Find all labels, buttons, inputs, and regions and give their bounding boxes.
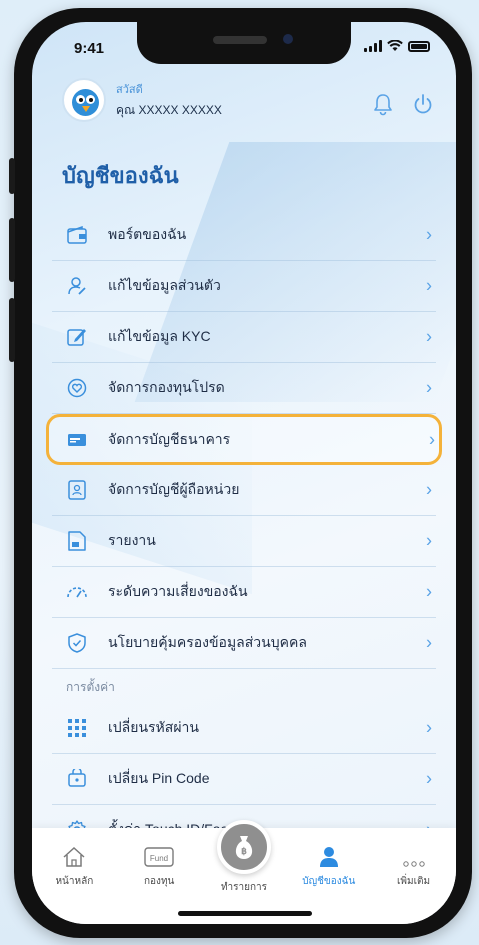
signal-icon <box>364 40 382 52</box>
home-icon <box>63 846 85 867</box>
menu-item-label: จัดการกองทุนโปรด <box>108 379 225 395</box>
avatar[interactable] <box>62 78 106 122</box>
bottom-tab-bar: หน้าหลัก Fund กองทุน ฿ ทำรายการ บัญชีของ… <box>32 820 456 924</box>
menu-item-risk-level[interactable]: ระดับความเสี่ยงของฉัน › <box>52 567 436 618</box>
tab-more-label: เพิ่มเติม <box>397 876 431 887</box>
keypad-icon <box>68 719 86 737</box>
fund-badge-text: Fund <box>150 854 168 863</box>
chevron-right-icon: › <box>426 479 432 500</box>
notch <box>137 22 351 64</box>
menu-item-label: จัดการบัญชีธนาคาร <box>108 430 231 447</box>
profile-header[interactable]: สวัสดี คุณ XXXXX XXXXX <box>62 78 222 122</box>
bank-card-icon <box>68 433 86 446</box>
wifi-icon <box>387 40 403 51</box>
more-dots-icon <box>402 861 425 867</box>
menu-item-favorite-funds[interactable]: จัดการกองทุนโปรด › <box>52 363 436 414</box>
chevron-right-icon: › <box>426 717 432 738</box>
front-camera <box>283 34 293 44</box>
volume-down-button <box>9 298 15 362</box>
home-indicator <box>178 911 312 916</box>
chevron-right-icon: › <box>426 326 432 347</box>
chevron-right-icon: › <box>426 632 432 653</box>
menu-item-label: นโยบายคุ้มครองข้อมูลส่วนบุคคล <box>108 634 307 650</box>
settings-section-label: การตั้งค่า <box>66 680 115 694</box>
phone-frame: 9:41 สวัสดี คุณ XXXXX XXXXX บัญชีของฉัน … <box>9 8 472 938</box>
status-time: 9:41 <box>74 40 105 57</box>
menu-item-change-pin[interactable]: เปลี่ยน Pin Code › <box>52 754 436 805</box>
speaker <box>213 36 267 44</box>
menu-item-label: พอร์ตของฉัน <box>108 226 187 242</box>
account-menu: พอร์ตของฉัน › แก้ไขข้อมูลส่วนตัว › แก้ไข… <box>46 210 442 856</box>
power-icon[interactable] <box>412 92 434 116</box>
tab-home-label: หน้าหลัก <box>55 876 94 887</box>
wallet-icon <box>67 226 87 244</box>
tab-more[interactable]: เพิ่มเติม <box>378 842 450 924</box>
pencil-icon <box>67 329 86 346</box>
tab-my-account-label: บัญชีของฉัน <box>302 876 356 887</box>
menu-item-label: ระดับความเสี่ยงของฉัน <box>108 583 248 599</box>
page-title: บัญชีของฉัน <box>62 163 179 188</box>
svg-text:฿: ฿ <box>241 846 247 856</box>
user-name: คุณ XXXXX XXXXX <box>116 103 222 117</box>
pin-code-icon <box>68 769 86 787</box>
tab-transaction-label: ทำรายการ <box>220 882 268 893</box>
volume-up-button <box>9 218 15 282</box>
menu-item-privacy-policy[interactable]: นโยบายคุ้มครองข้อมูลส่วนบุคคล › <box>52 618 436 669</box>
tab-funds-label: กองทุน <box>144 876 175 887</box>
chevron-right-icon: › <box>426 581 432 602</box>
chevron-right-icon: › <box>426 224 432 245</box>
mute-switch <box>9 158 15 194</box>
bell-icon[interactable] <box>372 92 394 116</box>
menu-item-label: เปลี่ยนรหัสผ่าน <box>108 719 199 735</box>
shield-check-icon <box>68 633 86 653</box>
menu-item-reports[interactable]: รายงาน › <box>52 516 436 567</box>
menu-item-label: แก้ไขข้อมูลส่วนตัว <box>108 277 221 293</box>
menu-item-change-password[interactable]: เปลี่ยนรหัสผ่าน › <box>52 703 436 754</box>
menu-item-bank-accounts[interactable]: จัดการบัญชีธนาคาร › <box>46 414 442 465</box>
menu-item-label: รายงาน <box>108 532 156 548</box>
chevron-right-icon: › <box>426 530 432 551</box>
chevron-right-icon: › <box>426 377 432 398</box>
tab-home[interactable]: หน้าหลัก <box>38 842 110 924</box>
menu-item-edit-profile[interactable]: แก้ไขข้อมูลส่วนตัว › <box>52 261 436 312</box>
risk-gauge-icon <box>67 587 87 598</box>
unitholder-icon <box>68 480 86 500</box>
money-bag-icon: ฿ <box>235 836 253 859</box>
fund-icon: Fund <box>144 847 174 867</box>
user-edit-icon <box>68 277 86 295</box>
chevron-right-icon: › <box>426 275 432 296</box>
chevron-right-icon: › <box>426 768 432 789</box>
menu-item-label: แก้ไขข้อมูล KYC <box>108 328 211 344</box>
user-icon <box>319 847 338 867</box>
transaction-button[interactable]: ฿ <box>216 820 271 874</box>
app-screen: 9:41 สวัสดี คุณ XXXXX XXXXX บัญชีของฉัน … <box>32 22 456 924</box>
menu-item-label: จัดการบัญชีผู้ถือหน่วย <box>108 481 240 497</box>
battery-icon <box>408 40 430 52</box>
report-icon <box>68 531 86 551</box>
menu-item-unitholder-accounts[interactable]: จัดการบัญชีผู้ถือหน่วย › <box>52 465 436 516</box>
menu-item-my-portfolio[interactable]: พอร์ตของฉัน › <box>52 210 436 261</box>
menu-item-edit-kyc[interactable]: แก้ไขข้อมูล KYC › <box>52 312 436 363</box>
status-icons <box>364 40 430 52</box>
chevron-right-icon: › <box>429 429 435 449</box>
heart-icon <box>67 378 87 398</box>
menu-item-label: เปลี่ยน Pin Code <box>108 770 210 786</box>
greeting-text: สวัสดี <box>116 84 143 96</box>
